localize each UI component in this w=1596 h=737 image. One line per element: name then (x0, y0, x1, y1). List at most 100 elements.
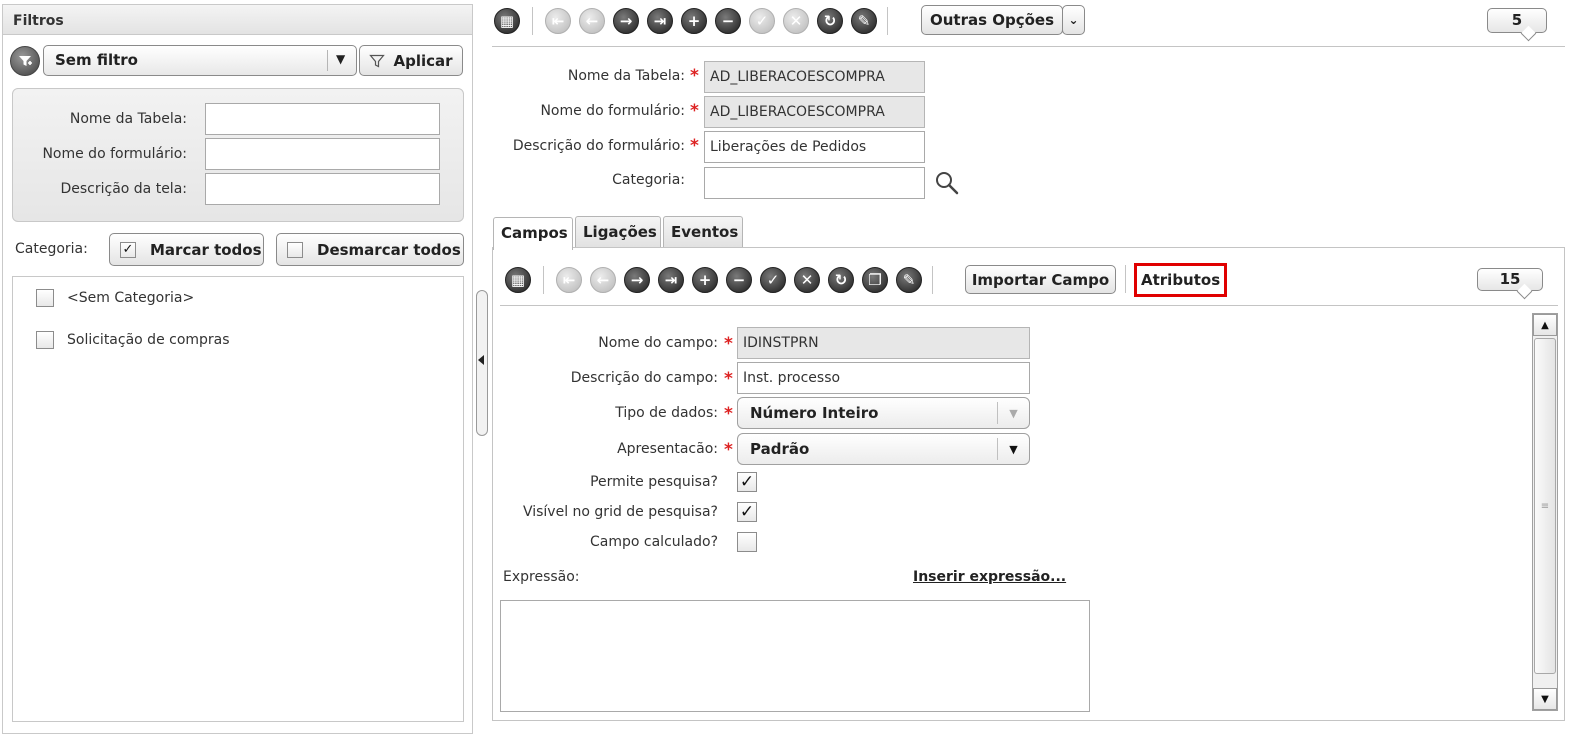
grid-view-icon[interactable]: ▦ (505, 267, 531, 293)
checkbox-checked-icon: ✓ (120, 241, 136, 258)
table-name-label: Nome da Tabela: (567, 68, 685, 84)
required-icon: * (724, 334, 733, 354)
data-type-select[interactable]: Número Inteiro ▼ (737, 397, 1030, 429)
first-record-icon[interactable]: ⇤ (556, 267, 582, 293)
cancel-record-icon[interactable]: ✕ (783, 8, 809, 34)
mark-all-button[interactable]: ✓ Marcar todos (109, 233, 264, 266)
required-icon: * (724, 440, 733, 460)
remove-record-icon[interactable]: − (726, 267, 752, 293)
last-record-icon[interactable]: ⇥ (658, 267, 684, 293)
refresh-icon[interactable]: ↻ (817, 8, 843, 34)
required-icon: * (690, 66, 699, 86)
fields-toolbar-divider (500, 305, 1558, 306)
required-icon: * (724, 369, 733, 389)
calculated-checkbox[interactable] (737, 532, 757, 552)
table-name-field: AD_LIBERACOESCOMPRA (704, 61, 925, 93)
fields-toolbar: ▦ ⇤ ← → ⇥ + − ✓ ✕ ↻ ❐ ✎ (505, 266, 935, 294)
filter-add-icon[interactable] (10, 46, 40, 76)
save-record-icon[interactable]: ✓ (760, 267, 786, 293)
tab-eventos[interactable]: Eventos (663, 216, 743, 248)
category-checkbox[interactable] (36, 289, 54, 307)
data-type-value: Número Inteiro (750, 404, 879, 422)
insert-expression-link[interactable]: Inserir expressão... (913, 569, 1066, 585)
toolbar-separator (932, 266, 933, 294)
visible-grid-label: Visível no grid de pesquisa? (522, 504, 718, 520)
data-type-label: Tipo de dados: (615, 405, 718, 421)
field-count-badge: 15 (1477, 268, 1543, 291)
main-toolbar: ▦ ⇤ ← → ⇥ + − ✓ ✕ ↻ ✎ (494, 7, 890, 35)
required-icon: * (690, 101, 699, 121)
next-record-icon[interactable]: → (624, 267, 650, 293)
form-desc-input[interactable]: Liberações de Pedidos (704, 131, 925, 163)
add-record-icon[interactable]: + (681, 8, 707, 34)
previous-record-icon[interactable]: ← (579, 8, 605, 34)
presentation-value: Padrão (750, 440, 810, 458)
filter-select-value: Sem filtro (55, 51, 138, 69)
last-record-icon[interactable]: ⇥ (647, 8, 673, 34)
apply-filter-label: Aplicar (393, 51, 453, 70)
chevron-down-icon: ▼ (997, 402, 1029, 424)
checkbox-empty-icon (287, 241, 303, 258)
field-desc-input[interactable]: Inst. processo (737, 362, 1030, 394)
attributes-button[interactable]: Atributos (1134, 263, 1227, 297)
add-record-icon[interactable]: + (692, 267, 718, 293)
filter-table-name-label: Nome da Tabela: (69, 111, 187, 127)
refresh-icon[interactable]: ↻ (828, 267, 854, 293)
required-icon: * (690, 136, 699, 156)
attach-icon[interactable]: ✎ (896, 267, 922, 293)
field-desc-label: Descrição do campo: (570, 370, 718, 386)
tab-campos[interactable]: Campos (493, 217, 573, 250)
searchable-checkbox[interactable]: ✓ (737, 472, 757, 492)
visible-grid-checkbox[interactable]: ✓ (737, 502, 757, 522)
toolbar-separator (532, 7, 533, 35)
other-options-button[interactable]: Outras Opções (921, 5, 1063, 35)
field-name-label: Nome do campo: (598, 335, 718, 351)
apply-filter-button[interactable]: Aplicar (359, 45, 463, 76)
chevron-down-icon[interactable]: ▼ (336, 52, 345, 66)
attach-icon[interactable]: ✎ (851, 8, 877, 34)
cancel-record-icon[interactable]: ✕ (794, 267, 820, 293)
category-item-label[interactable]: Solicitação de compras (67, 332, 230, 348)
unmark-all-button[interactable]: Desmarcar todos (276, 233, 464, 266)
form-name-label: Nome do formulário: (540, 103, 685, 119)
category-item-label[interactable]: <Sem Categoria> (67, 290, 194, 306)
attributes-label: Atributos (1141, 271, 1221, 289)
required-icon: * (724, 404, 733, 424)
import-field-button[interactable]: Importar Campo (965, 265, 1116, 294)
filter-form-name-input[interactable] (205, 138, 440, 170)
grid-view-icon[interactable]: ▦ (494, 8, 520, 34)
filter-table-name-input[interactable] (205, 103, 440, 135)
first-record-icon[interactable]: ⇤ (545, 8, 571, 34)
duplicate-icon[interactable]: ❐ (862, 267, 888, 293)
next-record-icon[interactable]: → (613, 8, 639, 34)
expression-label: Expressão: (503, 569, 580, 585)
funnel-icon (369, 54, 386, 67)
toolbar-separator (543, 266, 544, 294)
filter-screen-desc-label: Descrição da tela: (60, 181, 187, 197)
category-checkbox[interactable] (36, 331, 54, 349)
chevron-down-icon: ⌄ (1068, 13, 1079, 27)
remove-record-icon[interactable]: − (715, 8, 741, 34)
filter-select[interactable]: Sem filtro ▼ (43, 45, 357, 76)
scroll-down-icon[interactable]: ▼ (1533, 688, 1557, 710)
previous-record-icon[interactable]: ← (590, 267, 616, 293)
vertical-scrollbar[interactable]: ▲ ≡ ▼ (1532, 313, 1558, 711)
collapse-arrow-icon[interactable] (478, 355, 484, 365)
category-label: Categoria: (612, 172, 685, 188)
search-icon[interactable] (934, 170, 960, 196)
filter-panel-title: Filtros (3, 5, 472, 35)
tab-ligacoes[interactable]: Ligações (575, 216, 661, 248)
save-record-icon[interactable]: ✓ (749, 8, 775, 34)
filter-screen-desc-input[interactable] (205, 173, 440, 205)
presentation-select[interactable]: Padrão ▼ (737, 433, 1030, 465)
scroll-up-icon[interactable]: ▲ (1533, 314, 1557, 336)
other-options-dropdown[interactable]: ⌄ (1062, 5, 1085, 35)
record-count: 5 (1511, 11, 1523, 29)
expression-textarea[interactable] (500, 600, 1090, 712)
presentation-label: Apresentacão: (617, 441, 718, 457)
searchable-label: Permite pesquisa? (590, 474, 718, 490)
calculated-label: Campo calculado? (590, 534, 718, 550)
filter-category-label: Categoria: (15, 241, 88, 257)
scroll-thumb[interactable]: ≡ (1534, 338, 1556, 674)
category-input[interactable] (704, 167, 925, 199)
